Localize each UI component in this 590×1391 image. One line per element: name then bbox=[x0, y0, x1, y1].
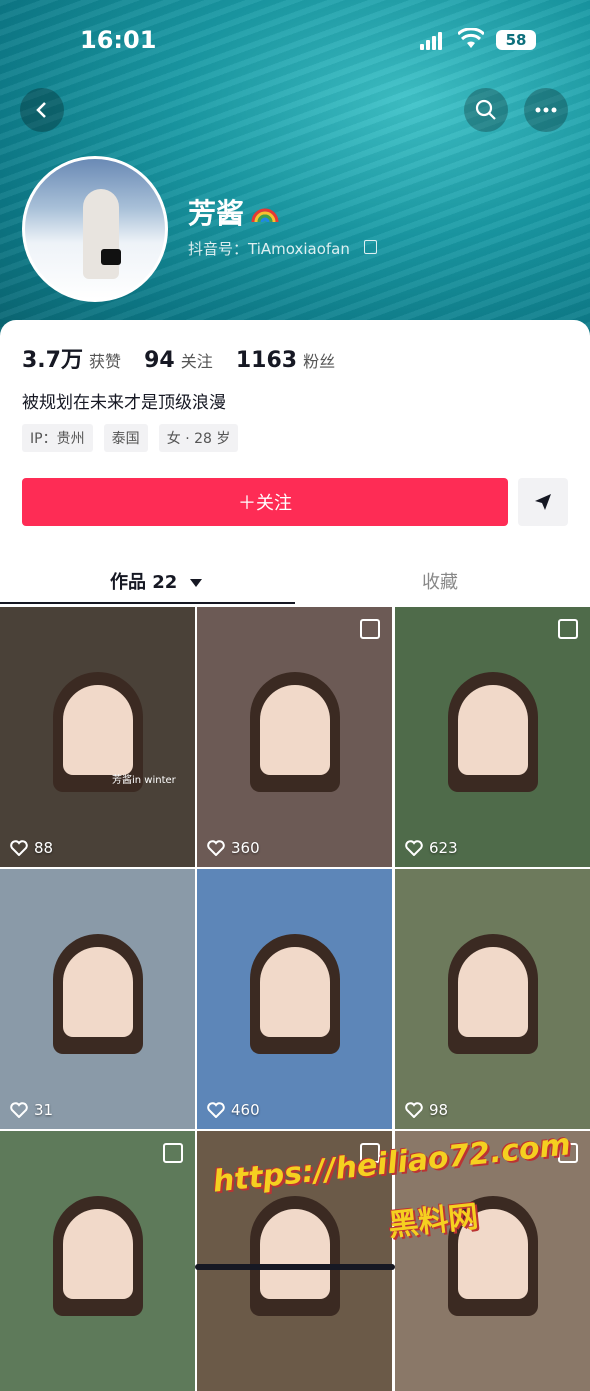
heart-icon bbox=[207, 1102, 225, 1118]
multi-image-icon bbox=[558, 619, 578, 639]
tag-list: IP：贵州 泰国 女 · 28 岁 bbox=[22, 424, 244, 452]
bio: 被规划在未来才是顶级浪漫 bbox=[22, 393, 226, 413]
video-likes: 31 bbox=[10, 1101, 53, 1119]
status-time: 16:01 bbox=[80, 26, 157, 54]
tag-country: 泰国 bbox=[103, 424, 148, 452]
stat-following[interactable]: 94 关注 bbox=[144, 348, 213, 373]
heart-icon bbox=[405, 840, 423, 856]
video-likes: 623 bbox=[405, 839, 458, 857]
rainbow-icon bbox=[251, 208, 279, 223]
battery-indicator: 58 bbox=[496, 30, 536, 50]
more-icon bbox=[535, 107, 557, 113]
video-tile[interactable]: 98 bbox=[395, 869, 590, 1129]
more-button[interactable] bbox=[524, 88, 568, 132]
avatar[interactable] bbox=[22, 156, 168, 302]
multi-image-icon bbox=[163, 1143, 183, 1163]
stats-row: 3.7万 获赞 94 关注 1163 粉丝 bbox=[22, 342, 353, 374]
video-likes: 98 bbox=[405, 1101, 448, 1119]
back-button[interactable] bbox=[20, 88, 64, 132]
search-icon bbox=[475, 99, 496, 120]
watermark-brand: 黑料网 bbox=[386, 1199, 480, 1244]
video-tile[interactable]: 460 bbox=[197, 869, 392, 1129]
tag-ip: IP：贵州 bbox=[22, 424, 93, 452]
heart-icon bbox=[405, 1102, 423, 1118]
chevron-left-icon bbox=[36, 102, 46, 118]
video-likes: 460 bbox=[207, 1101, 260, 1119]
video-tile[interactable]: 360 bbox=[197, 607, 392, 867]
nickname: 芳酱 bbox=[188, 197, 245, 230]
tab-favorites[interactable]: 收藏 bbox=[422, 568, 458, 594]
video-likes: 88 bbox=[10, 839, 53, 857]
douyin-id: 抖音号：TiAmoxiaofan bbox=[188, 240, 350, 258]
tab-indicator bbox=[0, 602, 295, 604]
heart-icon bbox=[10, 1102, 28, 1118]
share-button[interactable] bbox=[518, 478, 568, 526]
signal-icon bbox=[420, 32, 448, 50]
heart-icon bbox=[207, 840, 225, 856]
stat-followers[interactable]: 1163 粉丝 bbox=[236, 348, 335, 373]
status-bar: 16:01 58 bbox=[0, 24, 590, 56]
video-tile[interactable]: 31 bbox=[0, 869, 195, 1129]
send-icon bbox=[535, 494, 551, 510]
video-tile[interactable]: 芳酱in winter 88 bbox=[0, 607, 195, 867]
multi-image-icon bbox=[360, 619, 380, 639]
home-indicator bbox=[195, 1264, 395, 1270]
follow-button[interactable]: ＋关注 bbox=[22, 478, 508, 526]
caret-down-icon bbox=[189, 579, 202, 587]
tag-gender-age: 女 · 28 岁 bbox=[158, 424, 239, 452]
video-tile[interactable]: 623 bbox=[395, 607, 590, 867]
video-likes: 360 bbox=[207, 839, 260, 857]
video-tile[interactable] bbox=[0, 1131, 195, 1391]
heart-icon bbox=[10, 840, 28, 856]
stat-likes[interactable]: 3.7万 获赞 bbox=[22, 342, 121, 374]
search-button[interactable] bbox=[464, 88, 508, 132]
copy-icon[interactable] bbox=[364, 240, 377, 254]
tab-works[interactable]: 作品 22 bbox=[110, 568, 202, 594]
wifi-icon bbox=[458, 28, 484, 48]
video-caption: 芳酱in winter bbox=[112, 775, 176, 786]
